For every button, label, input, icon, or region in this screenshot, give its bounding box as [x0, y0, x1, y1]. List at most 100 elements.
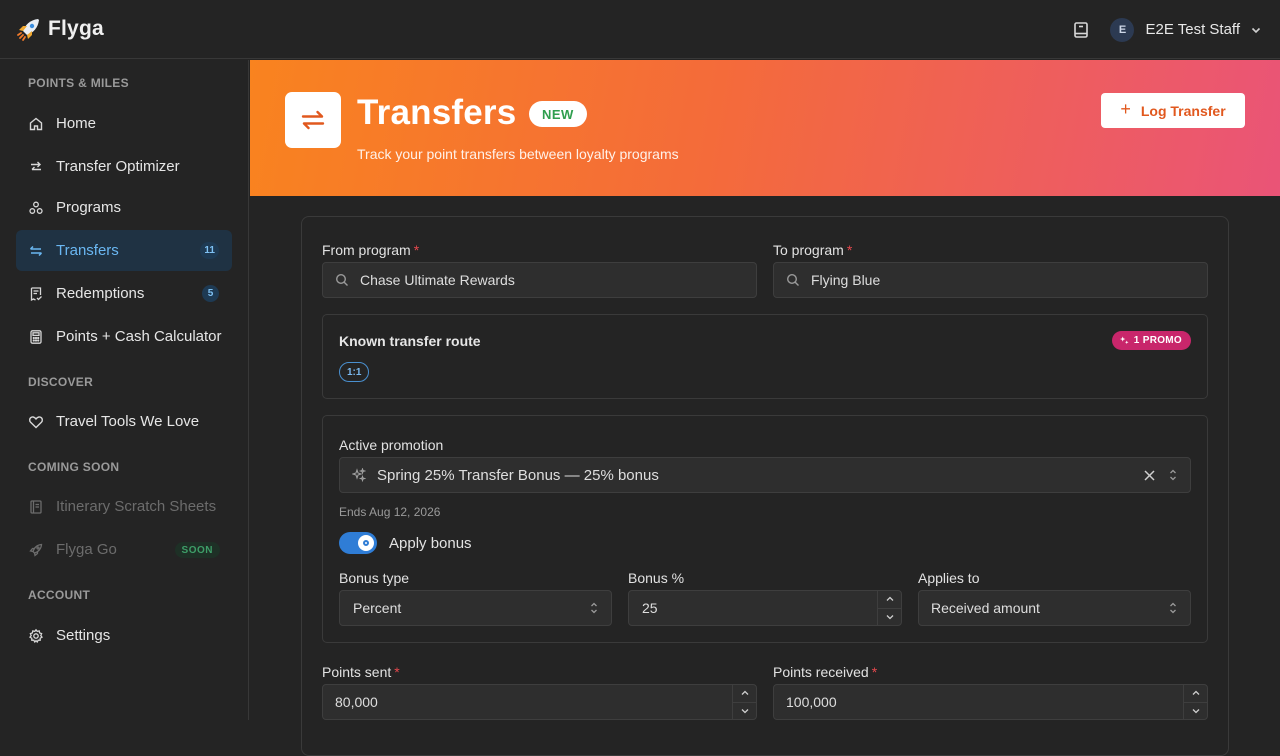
user-name[interactable]: E2E Test Staff [1145, 21, 1240, 38]
sidebar-item-travel-tools[interactable]: Travel Tools We Love [16, 401, 232, 442]
number-stepper[interactable] [877, 591, 901, 625]
applies-to-label: Applies to [918, 570, 980, 586]
programs-icon [28, 200, 44, 216]
applies-to-value: Received amount [931, 600, 1040, 616]
to-program-field[interactable]: Flying Blue [773, 262, 1208, 298]
sparkle-icon [1119, 336, 1129, 345]
sidebar-item-label: Transfer Optimizer [56, 158, 180, 175]
book-icon[interactable] [1070, 19, 1092, 41]
sidebar-item-label: Programs [56, 199, 122, 216]
sidebar-item-itinerary-scratch-sheets: Itinerary Scratch Sheets [16, 486, 232, 527]
sidebar-item-flyga-go: Flyga Go SOON [16, 529, 232, 570]
active-promotion-select[interactable]: Spring 25% Transfer Bonus — 25% bonus [339, 457, 1191, 493]
receipt-icon [28, 286, 44, 302]
avatar[interactable]: E [1110, 17, 1135, 42]
chevron-up-icon[interactable] [1184, 685, 1207, 702]
notebook-icon [28, 499, 44, 515]
apply-bonus-toggle[interactable] [339, 532, 377, 554]
sidebar-item-label: Flyga Go [56, 541, 117, 558]
chevron-up-icon[interactable] [733, 685, 756, 702]
log-transfer-button[interactable]: + Log Transfer [1101, 93, 1245, 128]
top-bar: Flyga E E2E Test Staff [0, 0, 1280, 59]
sidebar-section-title: DISCOVER [28, 375, 94, 389]
ratio-badge: 1:1 [339, 362, 370, 382]
sidebar-item-programs[interactable]: Programs [16, 187, 232, 228]
sidebar-item-transfer-optimizer[interactable]: Transfer Optimizer [16, 146, 232, 187]
chevron-down-icon[interactable] [1184, 701, 1207, 720]
points-sent-value: 80,000 [335, 694, 378, 710]
chevron-down-icon[interactable] [733, 701, 756, 720]
chevron-down-icon[interactable] [1250, 24, 1262, 36]
sidebar-item-label: Transfers [56, 242, 119, 259]
points-sent-label: Points sent * [322, 664, 400, 680]
bonus-type-label: Bonus type [339, 570, 410, 586]
points-sent-input[interactable]: 80,000 [322, 684, 757, 720]
chevron-down-icon[interactable] [878, 607, 901, 626]
plus-icon: + [1120, 99, 1131, 119]
count-badge: 5 [202, 285, 219, 302]
points-received-input[interactable]: 100,000 [773, 684, 1208, 720]
arrows-icon [28, 159, 44, 175]
promotion-panel: Active promotion Spring 25% Transfer Bon… [322, 415, 1208, 643]
close-icon[interactable] [1143, 469, 1156, 482]
sidebar-item-label: Redemptions [56, 285, 145, 302]
apply-bonus-label: Apply bonus [389, 535, 472, 552]
promo-badge: 1 PROMO [1111, 331, 1191, 350]
number-stepper[interactable] [732, 685, 756, 719]
sidebar: POINTS & MILES Home Transfer Optimizer P… [0, 60, 249, 720]
bonus-type-select[interactable]: Percent [339, 590, 612, 626]
new-badge: NEW [529, 101, 587, 127]
rocket-logo-icon [16, 16, 42, 42]
gear-icon [28, 628, 44, 644]
chevron-up-icon[interactable] [878, 591, 901, 608]
log-transfer-label: Log Transfer [1140, 102, 1226, 119]
select-caret-icon [1168, 468, 1178, 482]
page-subtitle: Track your point transfers between loyal… [357, 146, 679, 162]
page-title: Transfers [357, 93, 517, 132]
sidebar-item-redemptions[interactable]: Redemptions 5 [16, 273, 232, 314]
number-stepper[interactable] [1183, 685, 1207, 719]
heart-icon [28, 414, 44, 430]
rocket-icon [28, 542, 44, 558]
soon-badge: SOON [174, 542, 220, 558]
from-program-field[interactable]: Chase Ultimate Rewards [322, 262, 757, 298]
transfer-icon [28, 243, 44, 259]
promotion-end-date: Ends Aug 12, 2026 [339, 505, 441, 519]
sidebar-item-label: Itinerary Scratch Sheets [56, 498, 217, 515]
select-caret-icon [1168, 601, 1178, 615]
points-received-label: Points received * [773, 664, 878, 680]
brand[interactable]: Flyga [16, 16, 104, 42]
sparkle-icon [351, 468, 367, 482]
sidebar-item-label: Points + Cash Calculator [56, 328, 222, 345]
to-program-label: To program * [773, 242, 853, 258]
sidebar-item-settings[interactable]: Settings [16, 615, 232, 656]
search-icon [785, 273, 801, 287]
transfer-form-card: From program * Chase Ultimate Rewards To … [301, 216, 1229, 756]
sidebar-section-title: COMING SOON [28, 460, 120, 474]
sidebar-item-points-cash-calculator[interactable]: Points + Cash Calculator [16, 316, 232, 357]
home-icon [28, 116, 44, 132]
sidebar-item-home[interactable]: Home [16, 103, 232, 144]
transfer-icon [285, 92, 341, 148]
sidebar-item-label: Travel Tools We Love [56, 413, 200, 430]
sidebar-section-title: ACCOUNT [28, 588, 91, 602]
active-promotion-value: Spring 25% Transfer Bonus — 25% bonus [377, 466, 659, 484]
sidebar-section-title: POINTS & MILES [28, 76, 129, 90]
sidebar-item-label: Home [56, 115, 97, 132]
bonus-percent-input[interactable]: 25 [628, 590, 902, 626]
from-program-label: From program * [322, 242, 420, 258]
transfer-route-panel: Known transfer route 1:1 1 PROMO [322, 314, 1208, 399]
search-icon [334, 273, 350, 287]
to-program-value: Flying Blue [811, 272, 881, 288]
from-program-value: Chase Ultimate Rewards [360, 272, 515, 288]
active-promotion-label: Active promotion [339, 437, 444, 453]
select-caret-icon [589, 601, 599, 615]
bonus-type-value: Percent [353, 600, 402, 616]
sidebar-item-transfers[interactable]: Transfers 11 [16, 230, 232, 271]
bonus-percent-label: Bonus % [628, 570, 685, 586]
sidebar-item-label: Settings [56, 627, 111, 644]
app-name: Flyga [48, 17, 104, 40]
calculator-icon [28, 329, 44, 345]
route-title: Known transfer route [339, 333, 481, 349]
applies-to-select[interactable]: Received amount [918, 590, 1191, 626]
